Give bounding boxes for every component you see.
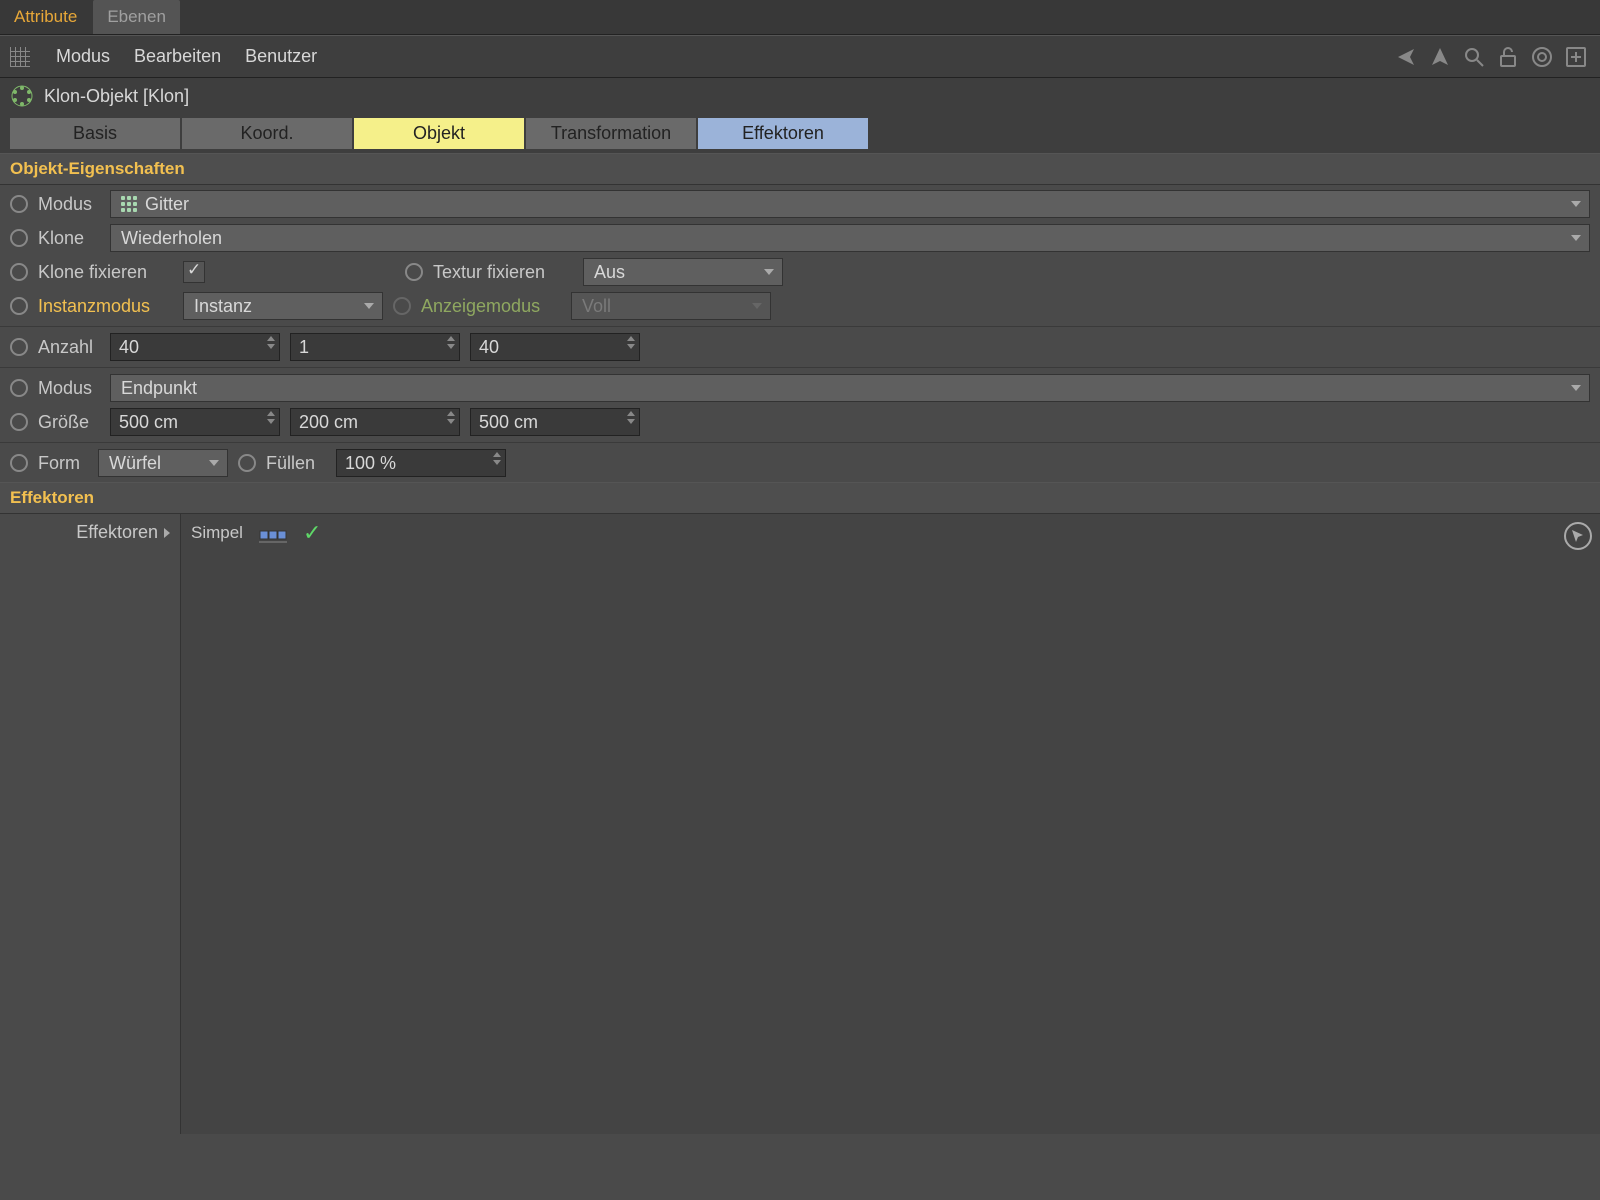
anim-toggle-anzeigemodus bbox=[393, 297, 411, 315]
tab-ebenen[interactable]: Ebenen bbox=[93, 0, 180, 34]
dropdown-modus2-value: Endpunkt bbox=[121, 378, 197, 399]
tab-basis[interactable]: Basis bbox=[10, 118, 180, 149]
gitter-icon bbox=[121, 196, 137, 212]
input-groesse-z[interactable]: 500 cm bbox=[470, 408, 640, 436]
anim-toggle-modus[interactable] bbox=[10, 195, 28, 213]
grid-icon bbox=[10, 47, 30, 67]
dropdown-modus-value: Gitter bbox=[145, 194, 189, 215]
search-icon[interactable] bbox=[1460, 43, 1488, 71]
tab-attribute[interactable]: Attribute bbox=[0, 0, 91, 34]
cloner-icon bbox=[10, 84, 34, 108]
check-icon[interactable]: ✓ bbox=[303, 520, 321, 546]
label-anzeigemodus: Anzeigemodus bbox=[421, 296, 561, 317]
input-anzahl-z[interactable]: 40 bbox=[470, 333, 640, 361]
menu-modus[interactable]: Modus bbox=[44, 42, 122, 71]
section-objekt-eigenschaften: Objekt-Eigenschaften bbox=[0, 153, 1600, 185]
anim-toggle-klone[interactable] bbox=[10, 229, 28, 247]
anim-toggle-form[interactable] bbox=[10, 454, 28, 472]
anim-toggle-anzahl[interactable] bbox=[10, 338, 28, 356]
anim-toggle-textur-fixieren[interactable] bbox=[405, 263, 423, 281]
tab-effektoren[interactable]: Effektoren bbox=[698, 118, 868, 149]
label-fuellen: Füllen bbox=[266, 453, 326, 474]
label-groesse: Größe bbox=[38, 412, 100, 433]
cursor-icon[interactable] bbox=[1564, 522, 1592, 550]
label-effektoren-list: Effektoren bbox=[76, 522, 158, 543]
label-form: Form bbox=[38, 453, 88, 474]
menu-bearbeiten[interactable]: Bearbeiten bbox=[122, 42, 233, 71]
anim-toggle-groesse[interactable] bbox=[10, 413, 28, 431]
input-fuellen[interactable]: 100 % bbox=[336, 449, 506, 477]
input-anzahl-x[interactable]: 40 bbox=[110, 333, 280, 361]
dropdown-anzeigemodus-value: Voll bbox=[582, 296, 611, 317]
object-header: Klon-Objekt [Klon] bbox=[0, 78, 1600, 114]
checkbox-klone-fixieren[interactable] bbox=[183, 261, 205, 283]
anim-toggle-fuellen[interactable] bbox=[238, 454, 256, 472]
anim-toggle-klone-fixieren[interactable] bbox=[10, 263, 28, 281]
dropdown-instanzmodus-value: Instanz bbox=[194, 296, 252, 317]
dropdown-form-value: Würfel bbox=[109, 453, 161, 474]
menu-benutzer[interactable]: Benutzer bbox=[233, 42, 329, 71]
add-icon[interactable] bbox=[1562, 43, 1590, 71]
input-groesse-x[interactable]: 500 cm bbox=[110, 408, 280, 436]
section-effektoren: Effektoren bbox=[0, 482, 1600, 514]
tab-transformation[interactable]: Transformation bbox=[526, 118, 696, 149]
attribute-menubar: Modus Bearbeiten Benutzer bbox=[0, 35, 1600, 78]
dropdown-instanzmodus[interactable]: Instanz bbox=[183, 292, 383, 320]
dropdown-textur-fixieren-value: Aus bbox=[594, 262, 625, 283]
label-modus: Modus bbox=[38, 194, 100, 215]
anim-toggle-instanzmodus[interactable] bbox=[10, 297, 28, 315]
expand-icon[interactable] bbox=[164, 528, 170, 538]
label-instanzmodus: Instanzmodus bbox=[38, 296, 173, 317]
tab-koord[interactable]: Koord. bbox=[182, 118, 352, 149]
label-anzahl: Anzahl bbox=[38, 337, 100, 358]
input-groesse-y[interactable]: 200 cm bbox=[290, 408, 460, 436]
anim-toggle-modus2[interactable] bbox=[10, 379, 28, 397]
lock-icon[interactable] bbox=[1494, 43, 1522, 71]
dropdown-textur-fixieren[interactable]: Aus bbox=[583, 258, 783, 286]
nav-back-icon[interactable] bbox=[1392, 43, 1420, 71]
effector-cubes-icon bbox=[259, 523, 287, 543]
dropdown-anzeigemodus: Voll bbox=[571, 292, 771, 320]
effector-item[interactable]: Simpel ✓ bbox=[181, 514, 1600, 552]
dropdown-klone-value: Wiederholen bbox=[121, 228, 222, 249]
label-klone-fixieren: Klone fixieren bbox=[38, 262, 173, 283]
effector-name: Simpel bbox=[191, 523, 243, 543]
property-tabs: Basis Koord. Objekt Transformation Effek… bbox=[0, 114, 1600, 153]
dropdown-form[interactable]: Würfel bbox=[98, 449, 228, 477]
object-title: Klon-Objekt [Klon] bbox=[44, 86, 189, 107]
label-klone: Klone bbox=[38, 228, 100, 249]
dropdown-modus2[interactable]: Endpunkt bbox=[110, 374, 1590, 402]
tab-objekt[interactable]: Objekt bbox=[354, 118, 524, 149]
label-modus2: Modus bbox=[38, 378, 100, 399]
dropdown-modus[interactable]: Gitter bbox=[110, 190, 1590, 218]
effector-list[interactable]: Simpel ✓ bbox=[180, 514, 1600, 1134]
target-icon[interactable] bbox=[1528, 43, 1556, 71]
panel-tabs: Attribute Ebenen bbox=[0, 0, 1600, 35]
label-textur-fixieren: Textur fixieren bbox=[433, 262, 573, 283]
input-anzahl-y[interactable]: 1 bbox=[290, 333, 460, 361]
dropdown-klone[interactable]: Wiederholen bbox=[110, 224, 1590, 252]
nav-up-icon[interactable] bbox=[1426, 43, 1454, 71]
